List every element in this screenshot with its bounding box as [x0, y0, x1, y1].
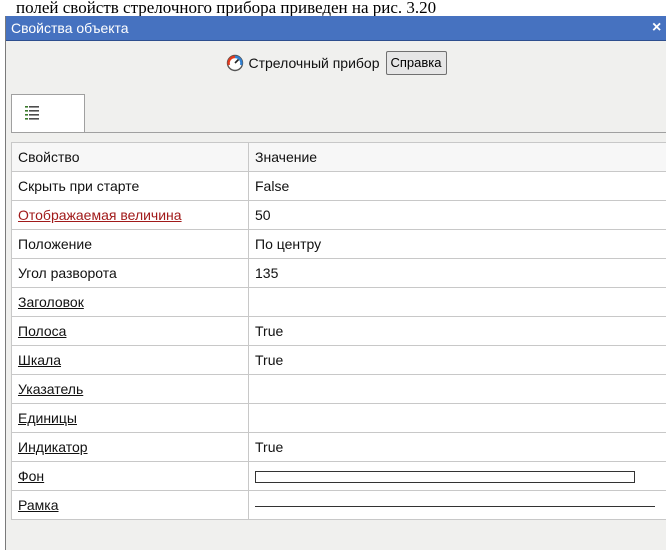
- property-name-link: Заголовок: [11, 287, 249, 317]
- indicator-link[interactable]: Индикатор: [18, 439, 88, 455]
- property-list-icon: [24, 105, 40, 123]
- property-row-units[interactable]: Единицы: [11, 403, 666, 433]
- property-value[interactable]: 50: [248, 200, 666, 230]
- property-value[interactable]: [248, 287, 666, 317]
- property-value-color[interactable]: [248, 461, 666, 491]
- displayed-value-link[interactable]: Отображаемая величина: [18, 207, 182, 223]
- object-toolbar: Стрелочный прибор Справка: [6, 48, 666, 78]
- close-icon[interactable]: ×: [652, 16, 666, 40]
- grid-header-row: Свойство Значение: [11, 142, 666, 172]
- property-value[interactable]: [248, 403, 666, 433]
- frame-line-preview: [255, 505, 655, 507]
- property-name-link: Полоса: [11, 316, 249, 346]
- column-header-property[interactable]: Свойство: [11, 142, 249, 172]
- property-value[interactable]: [248, 374, 666, 404]
- property-row-rotation-angle[interactable]: Угол разворота 135: [11, 258, 666, 288]
- object-type-label: Стрелочный прибор: [248, 55, 380, 71]
- property-value[interactable]: False: [248, 171, 666, 201]
- window-titlebar: Свойства объекта ×: [6, 16, 666, 41]
- property-row-position[interactable]: Положение По центру: [11, 229, 666, 259]
- property-row-indicator[interactable]: Индикатор True: [11, 432, 666, 462]
- band-link[interactable]: Полоса: [18, 323, 66, 339]
- property-row-background[interactable]: Фон: [11, 461, 666, 491]
- property-value-line[interactable]: [248, 490, 666, 520]
- property-row-scale[interactable]: Шкала True: [11, 345, 666, 375]
- column-header-value[interactable]: Значение: [248, 142, 666, 172]
- property-row-pointer[interactable]: Указатель: [11, 374, 666, 404]
- property-value[interactable]: 135: [248, 258, 666, 288]
- property-name: Угол разворота: [11, 258, 249, 288]
- property-name: Положение: [11, 229, 249, 259]
- tab-properties[interactable]: [11, 94, 85, 132]
- background-link[interactable]: Фон: [18, 468, 44, 484]
- property-value[interactable]: True: [248, 345, 666, 375]
- property-name-link: Индикатор: [11, 432, 249, 462]
- property-row-title[interactable]: Заголовок: [11, 287, 666, 317]
- property-row-hide-on-start[interactable]: Скрыть при старте False: [11, 171, 666, 201]
- property-name-link: Шкала: [11, 345, 249, 375]
- property-name-link: Единицы: [11, 403, 249, 433]
- window-title: Свойства объекта: [11, 20, 129, 36]
- property-value[interactable]: True: [248, 316, 666, 346]
- units-link[interactable]: Единицы: [18, 410, 77, 426]
- frame-link[interactable]: Рамка: [18, 497, 59, 513]
- property-name-link: Рамка: [11, 490, 249, 520]
- tab-strip: [11, 90, 666, 133]
- background-color-swatch: [255, 471, 635, 484]
- document-caption-text: полей свойств стрелочного прибора привед…: [16, 0, 437, 16]
- property-name-link: Фон: [11, 461, 249, 491]
- property-name-link: Указатель: [11, 374, 249, 404]
- pointer-link[interactable]: Указатель: [18, 381, 83, 397]
- scale-link[interactable]: Шкала: [18, 352, 61, 368]
- property-row-band[interactable]: Полоса True: [11, 316, 666, 346]
- object-properties-window: Свойства объекта × Стрелочный прибор Спр…: [5, 16, 666, 550]
- property-name-link: Отображаемая величина: [11, 200, 249, 230]
- property-row-frame[interactable]: Рамка: [11, 490, 666, 520]
- title-link[interactable]: Заголовок: [18, 294, 84, 310]
- gauge-icon: [226, 54, 244, 72]
- property-row-displayed-value[interactable]: Отображаемая величина 50: [11, 200, 666, 230]
- property-value[interactable]: По центру: [248, 229, 666, 259]
- properties-grid: Свойство Значение Скрыть при старте Fals…: [11, 142, 666, 520]
- help-button[interactable]: Справка: [385, 51, 447, 75]
- property-name: Скрыть при старте: [11, 171, 249, 201]
- property-value[interactable]: True: [248, 432, 666, 462]
